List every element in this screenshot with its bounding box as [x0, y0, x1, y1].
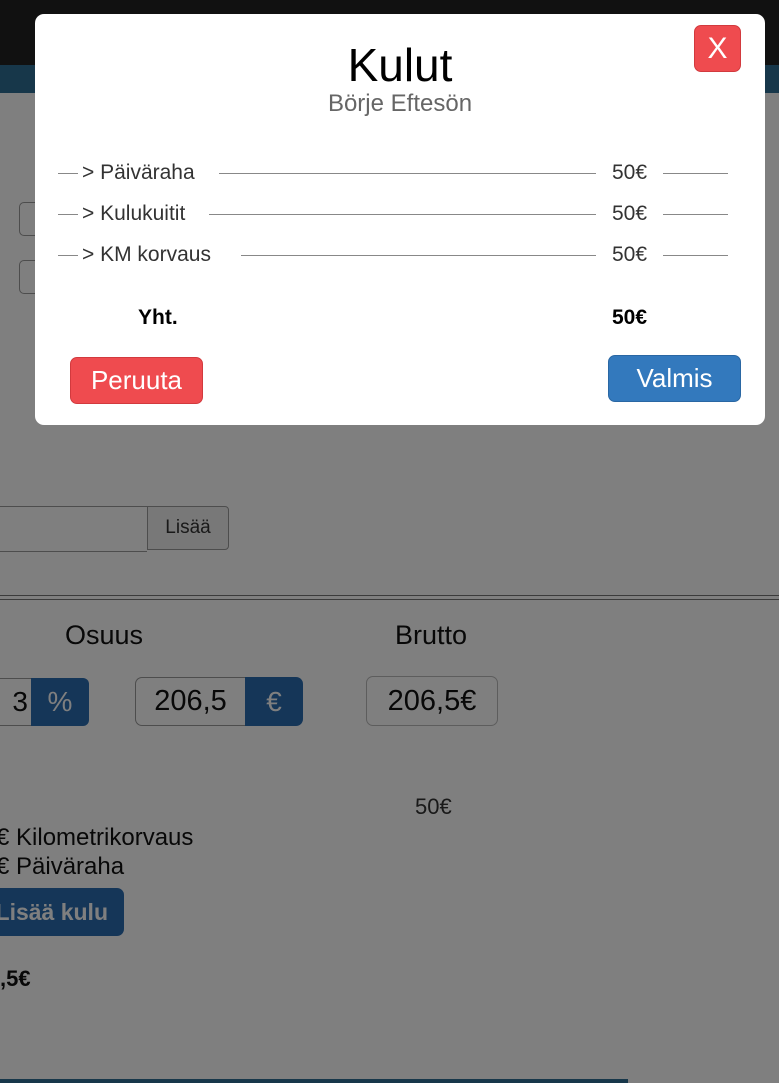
expenses-modal: Kulut Börje Eftesön X > Päiväraha 50€ > … — [35, 14, 765, 425]
row-label: > KM korvaus — [82, 243, 211, 266]
done-button[interactable]: Valmis — [608, 355, 741, 402]
modal-subtitle: Börje Eftesön — [327, 90, 473, 117]
total-label: Yht. — [138, 306, 178, 329]
expense-row-km-korvaus[interactable]: > KM korvaus 50€ — [35, 241, 765, 269]
row-lead-line — [58, 255, 78, 256]
cancel-button[interactable]: Peruuta — [70, 357, 203, 404]
row-amount: 50€ — [612, 161, 648, 184]
row-lead-line — [58, 214, 78, 215]
row-tail-line — [663, 173, 728, 174]
close-button[interactable]: X — [694, 25, 741, 72]
row-amount: 50€ — [612, 202, 648, 225]
total-amount: 50€ — [612, 306, 648, 329]
row-leader-line — [241, 255, 596, 256]
row-tail-line — [663, 255, 728, 256]
expense-row-paivaraha[interactable]: > Päiväraha 50€ — [35, 159, 765, 187]
row-leader-line — [209, 214, 596, 215]
row-tail-line — [663, 214, 728, 215]
row-label: > Päiväraha — [82, 161, 195, 184]
row-leader-line — [219, 173, 596, 174]
modal-title: Kulut — [347, 39, 453, 91]
row-amount: 50€ — [612, 243, 648, 266]
row-label: > Kulukuitit — [82, 202, 186, 225]
expense-row-kulukuitit[interactable]: > Kulukuitit 50€ — [35, 200, 765, 228]
row-lead-line — [58, 173, 78, 174]
